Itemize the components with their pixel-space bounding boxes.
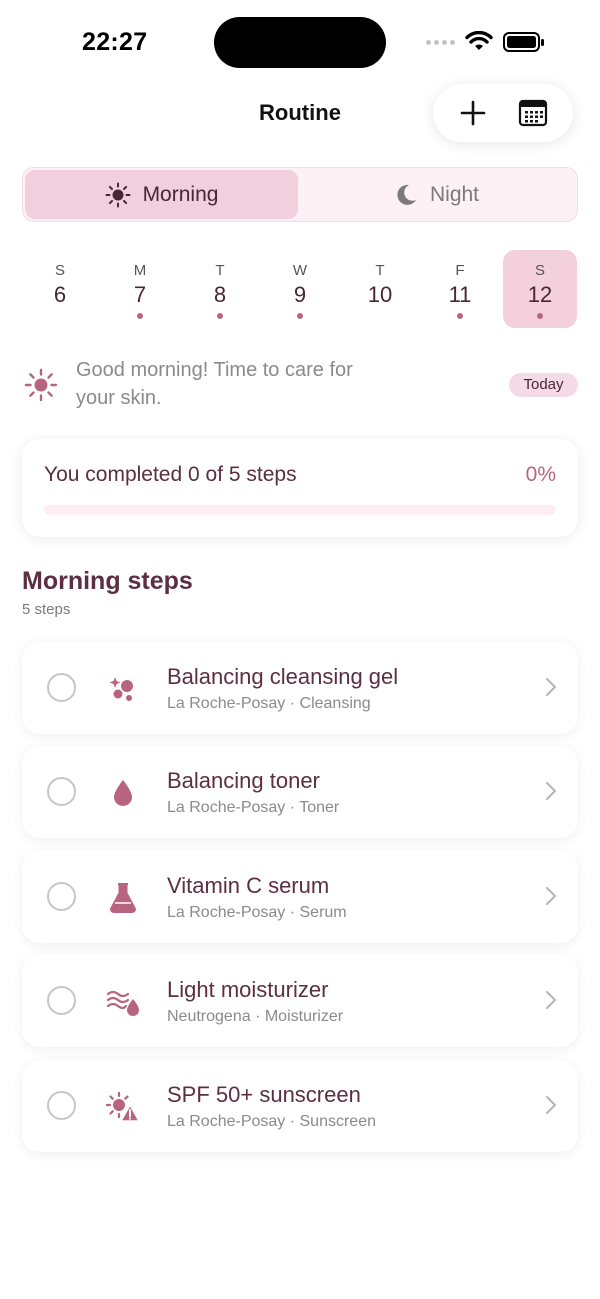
cellular-signal-icon (426, 39, 455, 45)
chevron-right-icon (546, 887, 556, 905)
day-cell[interactable]: F 11 (423, 250, 497, 328)
today-badge[interactable]: Today (509, 373, 578, 397)
sun-warning-icon (104, 1088, 142, 1126)
day-letter: T (375, 262, 385, 279)
day-letter: M (133, 262, 147, 279)
step-checkbox[interactable] (47, 1091, 76, 1120)
step-name: Balancing cleansing gel (167, 664, 399, 689)
step-checkbox[interactable] (47, 882, 76, 911)
day-cell[interactable]: S 6 (23, 250, 97, 328)
chevron-right-icon (546, 782, 556, 800)
day-cell[interactable]: M 7 (103, 250, 177, 328)
step-row[interactable]: Balancing cleansing gel La Roche-Posay ·… (22, 642, 578, 734)
activity-dot (297, 313, 303, 319)
drop-icon (104, 774, 142, 812)
moisture-waves-icon (104, 983, 142, 1021)
step-checkbox[interactable] (47, 673, 76, 702)
day-number: 9 (293, 282, 307, 307)
step-name: Balancing toner (167, 768, 320, 793)
wifi-icon (465, 31, 493, 50)
day-cell[interactable]: T 8 (183, 250, 257, 328)
day-letter: S (534, 262, 545, 279)
activity-dot (137, 313, 143, 319)
morning-night-segmented-control: Morning Night (22, 167, 578, 222)
day-number: 10 (367, 282, 393, 307)
greeting-line: Good morning! Time to care for (76, 359, 353, 381)
section-title: Morning steps (22, 567, 193, 595)
day-letter: T (215, 262, 225, 279)
activity-dot (217, 313, 223, 319)
dynamic-island (214, 17, 386, 68)
progress-card: You completed 0 of 5 steps 0% (22, 439, 578, 537)
step-name: Vitamin C serum (167, 873, 330, 898)
step-name: SPF 50+ sunscreen (167, 1082, 361, 1107)
tab-morning-label: Morning (142, 182, 219, 206)
chevron-right-icon (546, 991, 556, 1009)
tab-night[interactable]: Night (298, 170, 575, 219)
day-letter: F (455, 262, 465, 279)
step-row[interactable]: SPF 50+ sunscreen La Roche-Posay · Sunsc… (22, 1060, 578, 1152)
sun-icon (105, 182, 131, 207)
step-row[interactable]: Light moisturizer Neutrogena · Moisturiz… (22, 955, 578, 1047)
progress-percent: 0% (525, 463, 556, 486)
day-cell-selected[interactable]: S 12 (503, 250, 577, 328)
calendar-button[interactable] (513, 93, 553, 133)
day-number: 12 (527, 282, 553, 307)
week-day-strip: S 6 M 7 T 8 W 9 T 10 F 11 S 12 (20, 250, 580, 328)
step-checkbox[interactable] (47, 777, 76, 806)
sun-rays-icon (24, 368, 58, 402)
step-meta: La Roche-Posay · Serum (167, 904, 347, 921)
status-time: 22:27 (82, 28, 148, 56)
header-actions (433, 84, 573, 142)
progress-text: You completed 0 of 5 steps (44, 463, 297, 486)
day-number: 6 (53, 282, 67, 307)
step-row[interactable]: Vitamin C serum La Roche-Posay · Serum (22, 851, 578, 943)
plus-icon (460, 100, 486, 126)
progress-bar (44, 505, 556, 515)
greeting-line: your skin. (76, 387, 162, 409)
status-icons (426, 30, 545, 54)
battery-icon (503, 32, 544, 52)
day-cell[interactable]: W 9 (263, 250, 337, 328)
flask-icon (104, 879, 142, 917)
step-name: Light moisturizer (167, 977, 329, 1002)
moon-icon (397, 184, 416, 205)
day-letter: S (54, 262, 65, 279)
calendar-icon (518, 99, 548, 127)
activity-dot (457, 313, 463, 319)
step-row[interactable]: Balancing toner La Roche-Posay · Toner (22, 746, 578, 838)
day-number: 11 (448, 282, 472, 307)
activity-dot (537, 313, 543, 319)
step-meta: Neutrogena · Moisturizer (167, 1008, 344, 1025)
greeting-text: Good morning! Time to care for your skin… (76, 356, 416, 412)
tab-night-label: Night (429, 182, 480, 206)
tab-morning[interactable]: Morning (25, 170, 298, 219)
step-checkbox[interactable] (47, 986, 76, 1015)
chevron-right-icon (546, 1096, 556, 1114)
step-meta: La Roche-Posay · Sunscreen (167, 1113, 376, 1130)
day-cell[interactable]: T 10 (343, 250, 417, 328)
chevron-right-icon (546, 678, 556, 696)
section-subtitle: 5 steps (22, 601, 71, 618)
step-meta: La Roche-Posay · Toner (167, 799, 340, 816)
step-meta: La Roche-Posay · Cleansing (167, 695, 371, 712)
day-number: 8 (213, 282, 227, 307)
sparkles-bubbles-icon (104, 670, 142, 708)
day-letter: W (292, 262, 308, 279)
add-button[interactable] (453, 93, 493, 133)
day-number: 7 (133, 282, 147, 307)
